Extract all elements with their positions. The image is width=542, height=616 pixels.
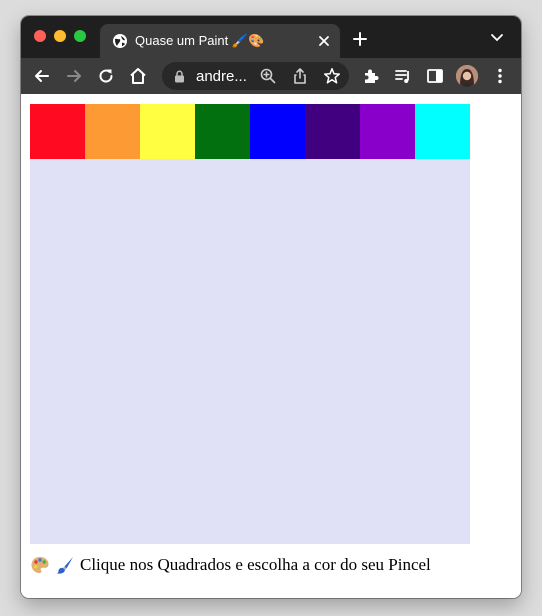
color-swatch-8[interactable] bbox=[415, 104, 470, 159]
star-icon[interactable] bbox=[323, 67, 341, 85]
color-swatch-2[interactable] bbox=[85, 104, 140, 159]
browser-window: Quase um Paint 🖌️🎨 andre... Clique nos Q… bbox=[21, 16, 521, 598]
drawing-board[interactable] bbox=[30, 159, 470, 544]
profile-avatar[interactable] bbox=[456, 65, 478, 87]
reload-icon[interactable] bbox=[96, 66, 116, 86]
close-icon[interactable] bbox=[316, 33, 332, 49]
side-panel-icon[interactable] bbox=[425, 66, 445, 86]
page-content: Clique nos Quadrados e escolha a cor do … bbox=[21, 94, 521, 598]
color-swatch-3[interactable] bbox=[140, 104, 195, 159]
zoom-icon[interactable] bbox=[259, 67, 277, 85]
chevron-down-icon[interactable] bbox=[489, 32, 505, 44]
close-window-button[interactable] bbox=[34, 30, 46, 42]
tab-title: Quase um Paint 🖌️🎨 bbox=[135, 33, 265, 48]
home-icon[interactable] bbox=[128, 66, 148, 86]
color-swatch-1[interactable] bbox=[30, 104, 85, 159]
color-swatch-5[interactable] bbox=[250, 104, 305, 159]
forward-icon[interactable] bbox=[64, 66, 84, 86]
share-icon[interactable] bbox=[291, 67, 309, 85]
active-tab[interactable]: Quase um Paint 🖌️🎨 bbox=[100, 24, 340, 58]
instructions: Clique nos Quadrados e escolha a cor do … bbox=[30, 555, 431, 575]
tab-strip: Quase um Paint 🖌️🎨 bbox=[21, 16, 521, 58]
minimize-window-button[interactable] bbox=[54, 30, 66, 42]
media-icon[interactable] bbox=[393, 66, 413, 86]
paintbrush-icon bbox=[57, 557, 73, 574]
address-bar[interactable]: andre... bbox=[162, 62, 349, 90]
lock-icon[interactable] bbox=[174, 70, 185, 83]
globe-icon bbox=[113, 34, 127, 48]
instructions-text: Clique nos Quadrados e escolha a cor do … bbox=[80, 555, 431, 574]
url-text[interactable]: andre... bbox=[196, 68, 247, 85]
color-palette bbox=[30, 104, 470, 159]
color-swatch-4[interactable] bbox=[195, 104, 250, 159]
profile-avatar-image bbox=[456, 65, 478, 87]
color-swatch-7[interactable] bbox=[360, 104, 415, 159]
extensions-icon[interactable] bbox=[361, 66, 381, 86]
plus-icon[interactable] bbox=[351, 30, 369, 48]
color-swatch-6[interactable] bbox=[305, 104, 360, 159]
browser-toolbar: andre... bbox=[21, 58, 521, 94]
zoom-window-button[interactable] bbox=[74, 30, 86, 42]
kebab-menu-icon[interactable] bbox=[490, 66, 510, 86]
palette-icon bbox=[31, 557, 49, 573]
back-icon[interactable] bbox=[32, 66, 52, 86]
